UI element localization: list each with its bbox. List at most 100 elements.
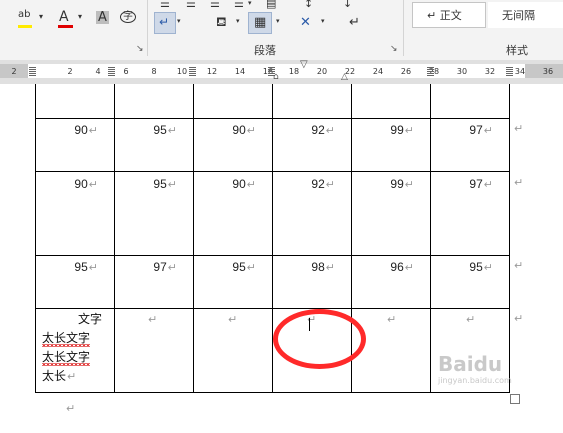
chevron-down-icon[interactable]: ▾ — [236, 18, 240, 25]
char-shading-button[interactable]: A — [92, 8, 112, 28]
table-cell[interactable]: 90↵ — [216, 177, 256, 191]
cell-value: 95 — [153, 177, 167, 191]
borders-button[interactable]: ▦ — [248, 12, 272, 34]
text-line-content: 文字 — [77, 312, 102, 326]
table-cell[interactable]: 99↵ — [374, 123, 414, 137]
chevron-down-icon[interactable]: ▾ — [276, 18, 280, 25]
chevron-down-icon[interactable]: ▾ — [248, 0, 252, 7]
table-cell[interactable]: 97↵ — [137, 260, 177, 274]
font-color-icon: A — [59, 9, 69, 25]
paragraph-dialog-launcher-icon[interactable]: ↘ — [390, 44, 398, 54]
shading-button[interactable]: ⛾ — [212, 14, 234, 34]
chevron-down-icon[interactable]: ▾ — [321, 18, 325, 25]
sort-button[interactable]: ↓ — [338, 0, 358, 10]
style-item-no-spacing[interactable]: 无间隔 — [488, 2, 563, 28]
enclose-char-icon: 字 — [120, 11, 136, 23]
column-marker[interactable] — [189, 66, 196, 76]
table-cell[interactable]: 90↵ — [58, 177, 98, 191]
table-border — [35, 84, 36, 393]
cell-value: 90 — [232, 177, 246, 191]
align-left-icon: ☰ — [160, 0, 170, 10]
cell-value: 97 — [469, 177, 483, 191]
align-center-button[interactable]: ☰ — [182, 0, 202, 10]
rtl-text-button[interactable]: ↵ — [154, 12, 176, 34]
table-cell[interactable]: 95↵ — [216, 260, 256, 274]
column-marker[interactable] — [108, 66, 115, 76]
paragraph-mark: ↵ — [167, 262, 177, 274]
cell-value: 99 — [390, 123, 404, 137]
row-end-mark: ↵ — [514, 122, 524, 135]
style-item-normal[interactable]: ↵ 正文 — [412, 2, 486, 28]
align-left-button[interactable]: ☰ — [156, 0, 176, 10]
align-right-button[interactable]: ☰ — [206, 0, 226, 10]
table-cell[interactable]: 95↵ — [137, 123, 177, 137]
empty-cell-mark[interactable]: ↵ — [466, 313, 475, 326]
asian-layout-button[interactable]: ✕ — [296, 14, 320, 34]
style-item-label: 无间隔 — [502, 9, 535, 22]
empty-cell-mark[interactable]: ↵ — [148, 313, 157, 326]
column-marker[interactable] — [506, 66, 513, 76]
table-cell[interactable]: 92↵ — [295, 177, 335, 191]
chevron-down-icon[interactable]: ▾ — [177, 18, 181, 25]
empty-cell-mark[interactable]: ↵ — [228, 313, 237, 326]
table-cell[interactable]: 97↵ — [453, 177, 493, 191]
justify-button[interactable]: ☰ — [230, 0, 250, 10]
text-line: 太长文字 — [42, 329, 112, 348]
distributed-button[interactable]: ▤ — [262, 0, 282, 10]
ruler-tick-label: 18 — [288, 67, 300, 76]
cell-value: 95 — [469, 260, 483, 274]
table-cell[interactable]: 99↵ — [374, 177, 414, 191]
justify-icon: ☰ — [234, 0, 244, 10]
table-resize-handle[interactable] — [510, 394, 520, 404]
right-indent-icon[interactable]: △ — [341, 73, 348, 82]
cell-value: 90 — [74, 177, 88, 191]
long-text-cell[interactable]: 文字 太长文字 太长文字 太长↵ — [42, 310, 112, 386]
cell-value: 92 — [311, 123, 325, 137]
table-cell[interactable]: 90↵ — [216, 123, 256, 137]
enclose-char-button[interactable]: 字 — [116, 8, 138, 28]
chevron-down-icon[interactable]: ▾ — [39, 13, 43, 21]
first-line-indent-icon[interactable]: ▽ — [300, 60, 308, 70]
line-spacing-button[interactable]: ↕ — [300, 0, 320, 10]
chevron-down-icon[interactable]: ▾ — [78, 13, 82, 21]
horizontal-ruler[interactable]: 224681012141618202224262830323436 ▽ ⌂ △ — [0, 60, 563, 84]
table-cell[interactable]: 95↵ — [137, 177, 177, 191]
cell-value: 98 — [311, 260, 325, 274]
text-line-content: 太长文字 — [42, 350, 91, 364]
group-separator — [147, 0, 148, 56]
paragraph-mark: ↵ — [246, 262, 256, 274]
text-highlight-button[interactable]: ab — [14, 8, 36, 28]
hanging-indent-icon[interactable]: ⌂ — [273, 73, 279, 82]
table-cell[interactable]: 97↵ — [453, 123, 493, 137]
show-marks-button[interactable]: ↵ — [344, 14, 364, 34]
watermark: Baidu jingyan.baidu.com — [438, 352, 512, 385]
paragraph-group-label: 段落 — [254, 44, 276, 57]
document-page[interactable]: ↵ ↵ ↵ ↵ 90↵ 95↵ 90↵ 92↵ 99↵ 97↵ 90↵ 95↵ 90↵ 92↵ 99… — [0, 84, 563, 433]
font-dialog-launcher-icon[interactable]: ↘ — [136, 44, 144, 54]
table-cell[interactable]: 95↵ — [58, 260, 98, 274]
text-line-content: 太长文字 — [42, 331, 91, 345]
sort-icon: ↓ — [343, 0, 353, 10]
row-end-mark: ↵ — [514, 176, 524, 189]
ruler-tick-label: 2 — [67, 67, 73, 76]
paragraph-mark: ↵ — [66, 402, 76, 415]
column-marker[interactable] — [427, 66, 434, 76]
cell-value: 95 — [232, 260, 246, 274]
table-border — [272, 84, 273, 393]
ruler-tick-label: 12 — [206, 67, 218, 76]
column-marker[interactable] — [29, 66, 36, 76]
table-cell[interactable]: 96↵ — [374, 260, 414, 274]
table-cell[interactable]: 92↵ — [295, 123, 335, 137]
table-cell[interactable]: 95↵ — [453, 260, 493, 274]
empty-cell-mark[interactable]: ↵ — [387, 313, 396, 326]
paragraph-mark: ↵ — [325, 125, 335, 137]
cell-value: 92 — [311, 177, 325, 191]
table-border — [35, 308, 510, 309]
table-cell[interactable]: 98↵ — [295, 260, 335, 274]
font-color-button[interactable]: A — [54, 8, 76, 28]
ribbon: ab ▾ A ▾ A 字 ↘ ☰ ☰ ☰ ☰ ▾ ▤ ↕ ↓ ↵ ▾ ⛾ ▾ ▦… — [0, 0, 563, 61]
table-cell[interactable]: 90↵ — [58, 123, 98, 137]
ruler-tick-label: 34 — [514, 67, 526, 76]
paragraph-mark: ↵ — [404, 179, 414, 191]
ruler-tick-label: 14 — [234, 67, 246, 76]
